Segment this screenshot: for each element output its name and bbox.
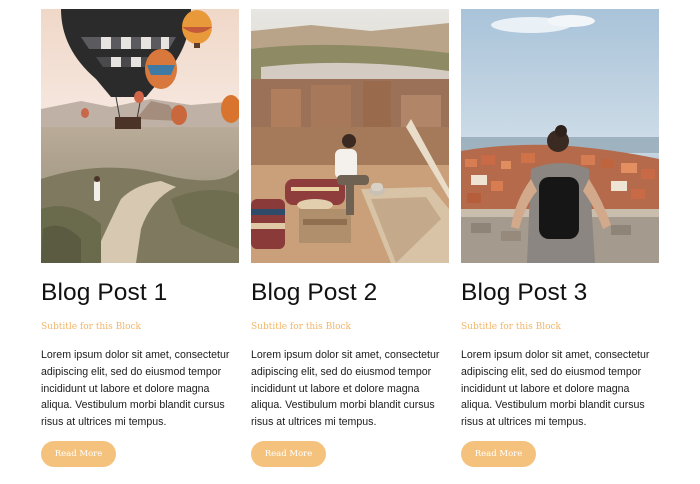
blog-post-excerpt: Lorem ipsum dolor sit amet, consectetur … — [251, 349, 440, 429]
read-more-button[interactable]: Read More — [41, 441, 116, 467]
blog-post-3-image[interactable] — [461, 9, 659, 263]
blog-post-subtitle: Subtitle for this Block — [41, 322, 141, 332]
coastal-city-view-photo — [461, 9, 659, 263]
blog-post-subtitle: Subtitle for this Block — [461, 322, 561, 332]
blog-post-excerpt: Lorem ipsum dolor sit amet, consectetur … — [461, 349, 650, 429]
blog-post-2-image[interactable] — [251, 9, 449, 263]
blog-post-subtitle: Subtitle for this Block — [251, 322, 351, 332]
read-more-button[interactable]: Read More — [461, 441, 536, 467]
blog-post-title[interactable]: Blog Post 3 — [461, 277, 659, 309]
blog-card: Blog Post 1 Subtitle for this Block Lore… — [41, 9, 239, 479]
blog-post-title[interactable]: Blog Post 1 — [41, 277, 239, 309]
rooftop-terrace-photo — [251, 9, 449, 263]
blog-post-1-image[interactable] — [41, 9, 239, 263]
hot-air-balloons-photo — [41, 9, 239, 263]
blog-post-title[interactable]: Blog Post 2 — [251, 277, 449, 309]
blog-post-grid: Blog Post 1 Subtitle for this Block Lore… — [41, 9, 659, 479]
blog-card: Blog Post 3 Subtitle for this Block Lore… — [461, 9, 659, 479]
read-more-button[interactable]: Read More — [251, 441, 326, 467]
blog-post-excerpt: Lorem ipsum dolor sit amet, consectetur … — [41, 349, 230, 429]
blog-card: Blog Post 2 Subtitle for this Block Lore… — [251, 9, 449, 479]
